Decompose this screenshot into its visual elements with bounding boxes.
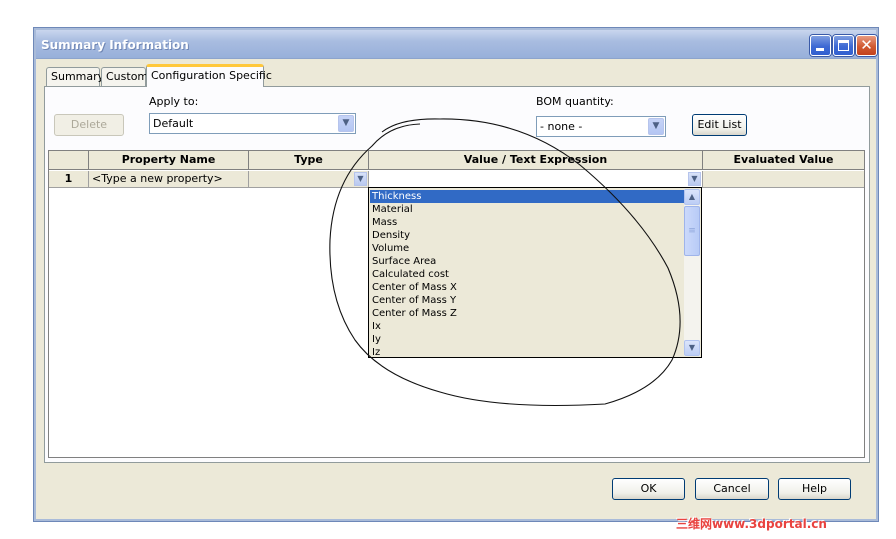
dropdown-option[interactable]: Iy: [370, 333, 684, 346]
chevron-up-icon: ▲: [688, 192, 696, 201]
maximize-icon: [838, 40, 849, 51]
dropdown-option[interactable]: Ix: [370, 320, 684, 333]
bom-quantity-label: BOM quantity:: [536, 95, 614, 108]
window-title: Summary Information: [41, 38, 189, 52]
bom-quantity-value: - none -: [540, 120, 583, 133]
bom-quantity-select[interactable]: - none - ▼: [536, 116, 666, 137]
minimize-button[interactable]: [810, 35, 831, 56]
dropdown-option[interactable]: Surface Area: [370, 255, 684, 268]
value-dropdown-list[interactable]: Thickness Material Mass Density Volume S…: [368, 187, 702, 358]
chevron-down-icon: ▼: [688, 343, 696, 352]
chevron-down-icon[interactable]: ▼: [354, 172, 367, 186]
dropdown-option[interactable]: Density: [370, 229, 684, 242]
column-header-property-name[interactable]: Property Name: [89, 151, 249, 170]
ok-button[interactable]: OK: [612, 478, 685, 500]
site-watermark: 三维网www.3dportal.cn: [676, 517, 827, 531]
scroll-up-button[interactable]: ▲: [684, 189, 700, 205]
dropdown-option[interactable]: Material: [370, 203, 684, 216]
column-header-value[interactable]: Value / Text Expression: [369, 151, 703, 170]
cancel-button[interactable]: Cancel: [695, 478, 769, 500]
chevron-down-icon[interactable]: ▼: [648, 118, 664, 135]
apply-to-select[interactable]: Default ▼: [149, 113, 356, 134]
dropdown-option[interactable]: Center of Mass X: [370, 281, 684, 294]
row-number: 1: [49, 171, 89, 188]
close-button[interactable]: ✕: [856, 35, 877, 56]
value-cell[interactable]: ▼: [369, 171, 703, 188]
summary-information-dialog: Summary Information ✕ Summary Custom Con…: [33, 27, 879, 522]
evaluated-value-cell: [703, 171, 864, 188]
close-icon: ✕: [860, 36, 873, 54]
maximize-button[interactable]: [833, 35, 854, 56]
dropdown-scrollbar[interactable]: ▲ ≡ ▼: [684, 189, 700, 356]
chevron-down-icon[interactable]: ▼: [688, 172, 701, 186]
tab-configuration-specific[interactable]: Configuration Specific: [146, 64, 272, 87]
dropdown-option[interactable]: Center of Mass Y: [370, 294, 684, 307]
edit-list-button[interactable]: Edit List: [692, 114, 747, 136]
minimize-icon: [816, 48, 824, 51]
type-cell[interactable]: ▼: [249, 171, 369, 188]
scroll-thumb[interactable]: ≡: [684, 206, 700, 256]
column-header-evaluated-value[interactable]: Evaluated Value: [703, 151, 864, 170]
title-bar[interactable]: Summary Information ✕: [36, 30, 877, 59]
delete-button[interactable]: Delete: [54, 114, 124, 136]
dropdown-option[interactable]: Calculated cost: [370, 268, 684, 281]
tab-summary[interactable]: Summary: [46, 67, 104, 86]
column-header-type[interactable]: Type: [249, 151, 369, 170]
dropdown-option[interactable]: Mass: [370, 216, 684, 229]
grid-corner: [49, 151, 89, 170]
tab-custom[interactable]: Custom: [101, 67, 148, 86]
dropdown-option[interactable]: Volume: [370, 242, 684, 255]
apply-to-label: Apply to:: [149, 95, 199, 108]
help-button[interactable]: Help: [778, 478, 851, 500]
apply-to-value: Default: [153, 117, 194, 130]
dropdown-option[interactable]: Iz: [370, 346, 684, 357]
dropdown-option[interactable]: Center of Mass Z: [370, 307, 684, 320]
chevron-down-icon[interactable]: ▼: [338, 115, 354, 132]
property-name-cell[interactable]: <Type a new property>: [89, 171, 249, 188]
scroll-down-button[interactable]: ▼: [684, 340, 700, 356]
dropdown-option[interactable]: Thickness: [370, 190, 684, 203]
